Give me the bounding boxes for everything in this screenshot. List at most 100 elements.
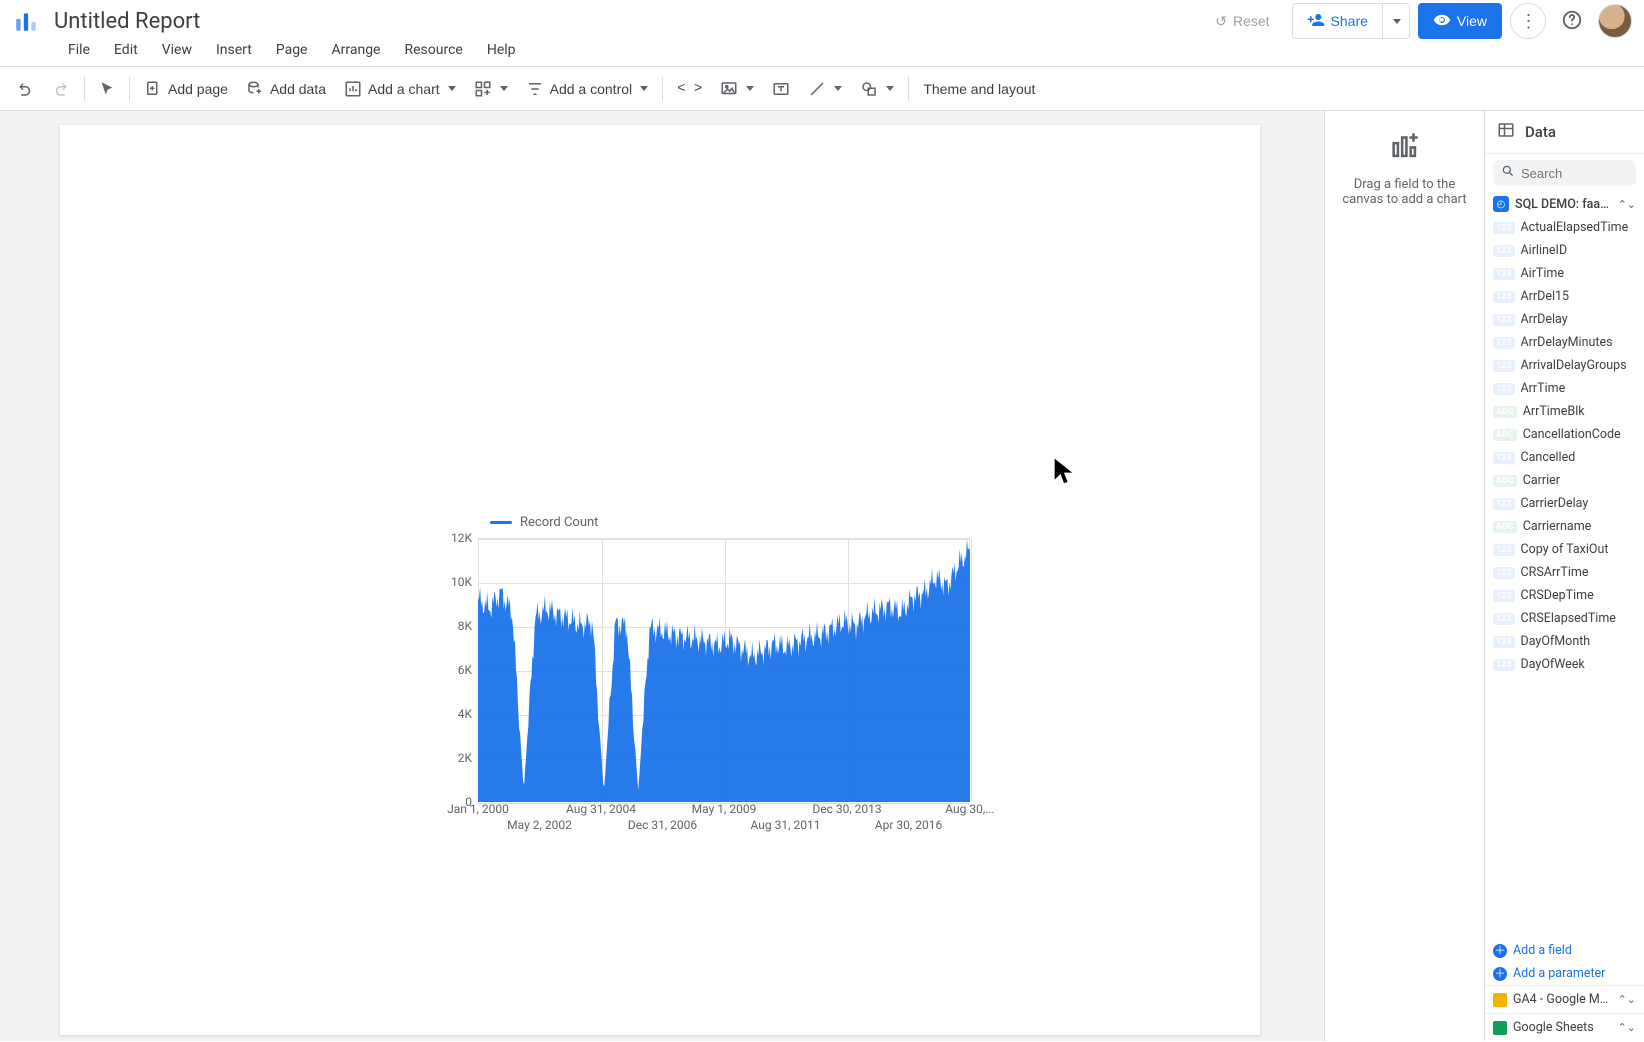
redo-button[interactable] [44,73,78,105]
add-data-label: Add data [270,81,326,97]
field-CRSDepTime[interactable]: 123 CRSDepTime [1485,584,1644,607]
field-AirTime[interactable]: 123AirTime [1485,262,1644,285]
menu-page[interactable]: Page [266,40,318,60]
add-parameter-link[interactable]: ＋ Add a parameter [1485,962,1644,985]
field-label: CRSDepTime [1521,588,1594,603]
field-DayOfMonth[interactable]: 123DayOfMonth [1485,630,1644,653]
menu-file[interactable]: File [58,40,100,60]
x-tick-label: Aug 30,... [945,802,994,816]
field-DayOfWeek[interactable]: 123DayOfWeek [1485,653,1644,676]
number-type-icon: 123 [1493,590,1515,602]
page-plus-icon [144,80,162,98]
line-icon [808,80,826,98]
menu-view[interactable]: View [152,40,202,60]
field-label: ArrivalDelayGroups [1521,358,1627,373]
shape-button[interactable] [852,73,902,105]
field-ArrTime[interactable]: 123 ArrTime [1485,377,1644,400]
field-label: ArrTime [1521,381,1566,396]
reset-button[interactable]: ↺ Reset [1201,3,1283,39]
y-tick-label: 8K [458,619,472,633]
view-button[interactable]: View [1418,3,1502,39]
app-logo[interactable] [12,7,40,35]
menu-insert[interactable]: Insert [206,40,262,60]
number-type-icon: 123 [1493,360,1515,372]
data-source-row[interactable]: Google Sheets⌃⌄ [1485,1013,1644,1041]
share-button[interactable]: Share [1292,3,1383,39]
field-label: ArrTimeBlk [1523,404,1585,419]
data-panel-icon [1497,121,1515,143]
cursor-icon [99,81,115,97]
number-type-icon: 123 [1493,383,1515,395]
theme-label: Theme and layout [923,81,1035,97]
field-ActualElapsedTime[interactable]: 123ActualElapsedTime [1485,216,1644,239]
doc-title[interactable]: Untitled Report [54,9,200,34]
community-viz-button[interactable] [466,73,516,105]
account-avatar[interactable] [1598,4,1632,38]
x-tick-label: Dec 30, 2013 [812,802,881,816]
chart-time-series[interactable]: Record Count 02K4K6K8K10K12K Jan 1, 2000… [430,515,970,875]
field-ArrTimeBlk[interactable]: ABCArrTimeBlk [1485,400,1644,423]
select-tool[interactable] [91,73,123,105]
line-button[interactable] [800,73,850,105]
field-label: CRSElapsedTime [1521,611,1616,626]
embed-button[interactable]: < > [669,73,710,105]
chevron-down-icon [640,86,648,91]
text-button[interactable] [764,73,798,105]
number-type-icon: 123 [1493,544,1515,556]
more-button[interactable]: ⋮ [1510,3,1546,39]
x-tick-label-minor: May 2, 2002 [507,818,572,832]
field-label: AirTime [1521,266,1565,281]
number-type-icon: 123 [1493,337,1515,349]
field-label: ArrDel15 [1521,289,1570,304]
field-Cancelled[interactable]: 123Cancelled [1485,446,1644,469]
add-chart-button[interactable]: Add a chart [336,73,464,105]
add-page-button[interactable]: Add page [136,73,236,105]
field-CarrierDelay[interactable]: 123CarrierDelay [1485,492,1644,515]
menu-help[interactable]: Help [477,40,526,60]
field-CancellationCode[interactable]: ABCCancellationCode [1485,423,1644,446]
drop-field-panel[interactable]: Drag a field to the canvas to add a char… [1324,111,1484,1041]
image-button[interactable] [712,73,762,105]
field-label: AirlineID [1521,243,1568,258]
theme-button[interactable]: Theme and layout [915,73,1043,105]
chart-legend: Record Count [430,515,970,530]
share-dropdown[interactable] [1383,3,1410,39]
mouse-cursor-icon [1052,458,1076,493]
shape-icon [860,80,878,98]
number-type-icon: 123 [1493,452,1515,464]
field-ArrDelay[interactable]: 123ArrDelay [1485,308,1644,331]
menu-arrange[interactable]: Arrange [322,40,391,60]
report-canvas[interactable]: Record Count 02K4K6K8K10K12K Jan 1, 2000… [60,125,1260,1035]
undo-button[interactable] [8,73,42,105]
expand-icon[interactable]: ⌃⌄ [1618,1021,1636,1034]
data-source-row[interactable]: GA4 - Google Merc...⌃⌄ [1485,985,1644,1013]
menu-resource[interactable]: Resource [394,40,472,60]
add-chart-label: Add a chart [368,81,440,97]
add-data-button[interactable]: Add data [238,73,334,105]
add-chart-icon [1388,129,1422,167]
search-input[interactable] [1521,166,1644,181]
field-label: DayOfWeek [1521,657,1585,672]
field-Carriername[interactable]: ABCCarriername [1485,515,1644,538]
field-CRSArrTime[interactable]: 123CRSArrTime [1485,561,1644,584]
data-source-sql[interactable]: ◴ SQL DEMO: faa_fli... ⌃⌄ [1485,192,1644,216]
field-Copy of TaxiOut[interactable]: 123 Copy of TaxiOut [1485,538,1644,561]
collapse-icon[interactable]: ⌃⌄ [1618,198,1636,211]
field-label: Copy of TaxiOut [1521,542,1609,557]
field-ArrDel15[interactable]: 123ArrDel15 [1485,285,1644,308]
view-label: View [1457,13,1487,29]
field-list: 123ActualElapsedTime123AirlineID123AirTi… [1485,216,1644,939]
field-ArrivalDelayGroups[interactable]: 123 ArrivalDelayGroups [1485,354,1644,377]
add-field-link[interactable]: ＋ Add a field [1485,939,1644,962]
blocks-icon [474,80,492,98]
field-Carrier[interactable]: ABCCarrier [1485,469,1644,492]
field-CRSElapsedTime[interactable]: 123CRSElapsedTime [1485,607,1644,630]
field-search[interactable] [1493,160,1636,186]
expand-icon[interactable]: ⌃⌄ [1618,993,1636,1006]
menu-edit[interactable]: Edit [104,40,148,60]
field-ArrDelayMinutes[interactable]: 123ArrDelayMinutes [1485,331,1644,354]
help-button[interactable] [1554,3,1590,39]
field-AirlineID[interactable]: 123AirlineID [1485,239,1644,262]
number-type-icon: 123 [1493,222,1515,234]
add-control-button[interactable]: Add a control [518,73,657,105]
